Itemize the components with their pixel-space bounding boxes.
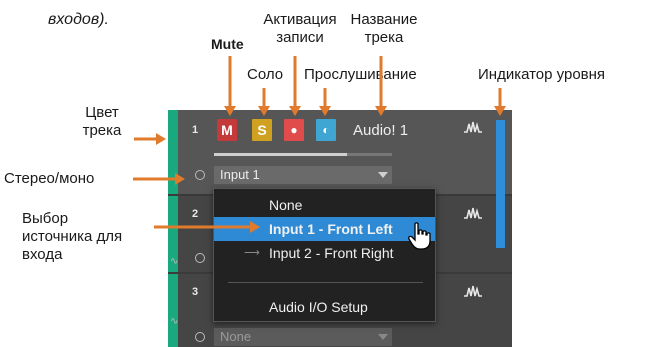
annotation-arrows: [133, 56, 506, 233]
